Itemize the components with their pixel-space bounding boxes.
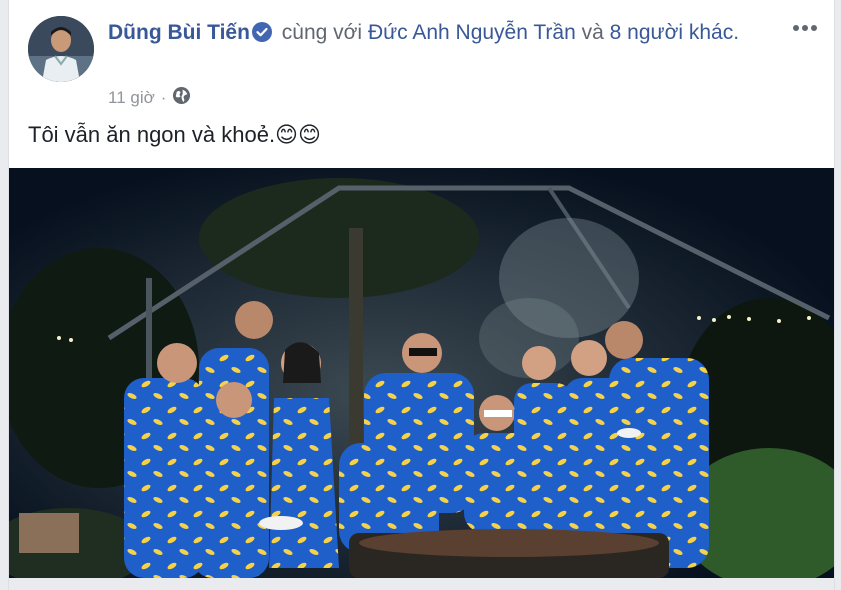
post-header: Dũng Bùi Tiến cùng với Đức Anh Nguyễn Tr… xyxy=(108,18,758,51)
avatar-photo xyxy=(28,16,94,82)
others-link[interactable]: 8 người khác. xyxy=(610,21,739,44)
globe-icon[interactable] xyxy=(172,86,191,110)
more-dot xyxy=(802,25,808,31)
next-post-edge xyxy=(9,578,834,590)
more-dot xyxy=(811,25,817,31)
group-photo-image xyxy=(9,168,834,578)
post-meta: 11 giờ · xyxy=(108,86,191,110)
post-photo[interactable] xyxy=(9,168,834,578)
with-text: cùng với xyxy=(281,21,363,44)
tagged-person-link[interactable]: Đức Anh Nguyễn Trần xyxy=(368,21,576,44)
author-name[interactable]: Dũng Bùi Tiến xyxy=(108,21,250,44)
more-dot xyxy=(793,25,799,31)
post-time[interactable]: 11 giờ xyxy=(108,88,155,108)
more-options-button[interactable] xyxy=(790,18,820,38)
post-text: Tôi vẫn ăn ngon và khoẻ.😊😊 xyxy=(28,122,321,147)
post-card: Dũng Bùi Tiến cùng với Đức Anh Nguyễn Tr… xyxy=(8,0,835,590)
meta-separator: · xyxy=(160,88,167,107)
author-avatar[interactable] xyxy=(28,16,94,82)
and-text: và xyxy=(581,21,604,44)
verified-badge-icon xyxy=(251,21,272,51)
